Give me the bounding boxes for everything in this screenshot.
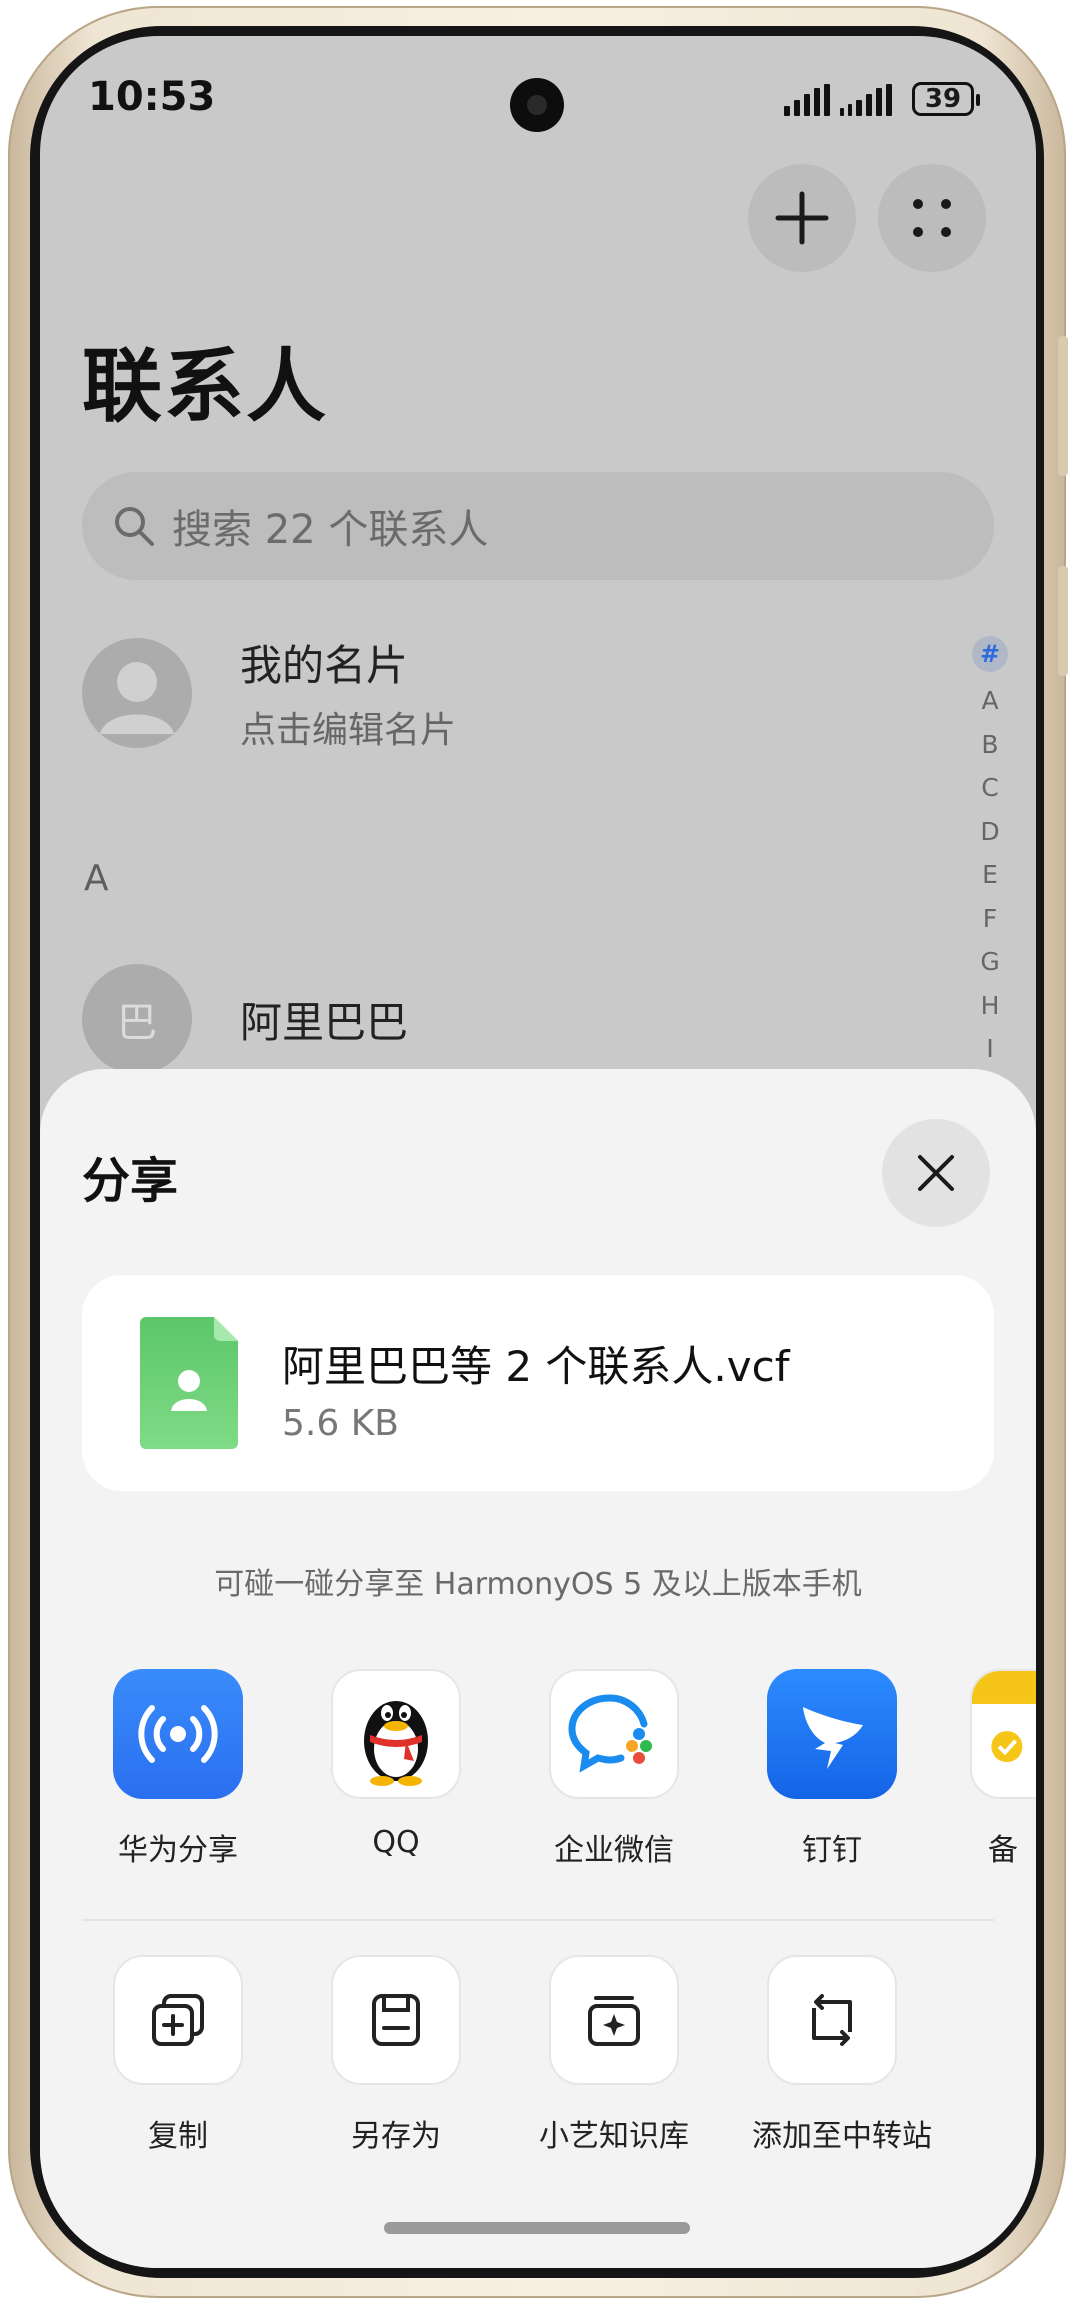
add-contact-button[interactable]	[748, 164, 856, 272]
section-header: A	[84, 858, 109, 899]
app-label: 钉钉	[802, 1833, 862, 1868]
index-item[interactable]: C	[970, 766, 1010, 810]
screen: 10:53 39 联系人 搜索 22 个联系人 我的名片 点击编辑名片 A 巴 …	[40, 36, 1036, 2268]
share-sheet: 分享 阿里巴巴等 2 个联系人.vcf 5.6 KB 可碰一碰分享至 Harmo…	[40, 1069, 1036, 2268]
save-as-button[interactable]: 另存为	[316, 1955, 476, 2155]
transfer-station-icon	[767, 1955, 897, 2085]
action-label: 复制	[148, 2119, 208, 2154]
index-item[interactable]: E	[970, 853, 1010, 897]
share-app-huawei-share[interactable]: 华为分享	[98, 1669, 258, 1869]
huawei-share-icon	[113, 1669, 243, 1799]
action-label: 添加至中转站	[752, 2119, 932, 2154]
signal-strength-icon-2	[840, 84, 892, 116]
power-button	[1058, 566, 1068, 676]
qq-penguin-icon	[331, 1669, 461, 1799]
person-avatar-icon	[100, 661, 174, 734]
save-as-icon	[331, 1955, 461, 2085]
close-button[interactable]	[882, 1119, 990, 1227]
app-label: QQ	[372, 1825, 420, 1860]
battery-icon: 39	[912, 82, 980, 116]
index-item[interactable]: D	[970, 810, 1010, 854]
share-app-qq[interactable]: QQ	[316, 1669, 476, 1860]
search-input[interactable]: 搜索 22 个联系人	[82, 472, 994, 580]
my-card-row[interactable]: 我的名片 点击编辑名片	[82, 632, 982, 753]
index-item[interactable]: I	[970, 1027, 1010, 1071]
search-placeholder: 搜索 22 个联系人	[172, 507, 489, 553]
status-time: 10:53	[88, 74, 216, 120]
wecom-icon	[549, 1669, 679, 1799]
front-camera	[510, 78, 564, 132]
index-item[interactable]: A	[970, 679, 1010, 723]
close-icon	[918, 1155, 954, 1191]
page-title: 联系人	[82, 340, 328, 433]
share-app-row: 华为分享 QQ 企业微信 钉钉 备	[40, 1669, 1036, 1899]
copy-button[interactable]: 复制	[98, 1955, 258, 2155]
contact-row[interactable]: 巴 阿里巴巴	[82, 964, 982, 1074]
my-card-title: 我的名片	[240, 641, 409, 690]
share-app-wecom[interactable]: 企业微信	[534, 1669, 694, 1869]
plus-icon	[775, 191, 829, 245]
index-item[interactable]: B	[970, 723, 1010, 767]
contact-name: 阿里巴巴	[240, 997, 409, 1047]
xiaoyi-knowledge-button[interactable]: 小艺知识库	[534, 1955, 694, 2155]
action-label: 另存为	[351, 2119, 441, 2154]
alphabet-index-bar[interactable]: # A B C D E F G H I	[970, 636, 1010, 1071]
volume-button	[1058, 336, 1068, 476]
index-item[interactable]: F	[970, 897, 1010, 941]
file-size: 5.6 KB	[282, 1403, 399, 1444]
index-item[interactable]: G	[970, 940, 1010, 984]
add-to-transfer-station-button[interactable]: 添加至中转站	[752, 1955, 932, 2155]
tap-to-share-hint: 可碰一碰分享至 HarmonyOS 5 及以上版本手机	[214, 1567, 862, 1602]
signal-strength-icon	[784, 84, 830, 116]
app-label: 企业微信	[554, 1833, 674, 1868]
share-app-memo[interactable]: 备	[970, 1669, 1036, 1869]
memo-icon	[970, 1669, 1036, 1799]
index-item[interactable]: H	[970, 984, 1010, 1028]
search-icon	[115, 507, 154, 546]
share-action-row: 复制 另存为 小艺知识库 添加至中转站	[40, 1955, 1036, 2175]
avatar-initial: 巴	[117, 1000, 157, 1046]
file-name: 阿里巴巴等 2 个联系人.vcf	[282, 1342, 790, 1391]
more-dots-icon	[913, 199, 951, 237]
copy-icon	[113, 1955, 243, 2085]
app-label: 华为分享	[118, 1833, 238, 1868]
action-label: 小艺知识库	[539, 2119, 689, 2154]
avatar	[82, 637, 192, 748]
dingtalk-icon	[767, 1669, 897, 1799]
home-indicator[interactable]	[384, 2222, 690, 2234]
contact-avatar: 巴	[82, 964, 192, 1074]
xiaoyi-knowledge-icon	[549, 1955, 679, 2085]
divider	[82, 1919, 994, 1921]
file-card: 阿里巴巴等 2 个联系人.vcf 5.6 KB	[82, 1275, 994, 1491]
share-app-dingtalk[interactable]: 钉钉	[752, 1669, 912, 1869]
more-options-button[interactable]	[878, 164, 986, 272]
index-item[interactable]: #	[972, 636, 1008, 672]
sheet-title: 分享	[82, 1153, 179, 1209]
my-card-subtitle: 点击编辑名片	[240, 710, 457, 751]
app-label: 备	[988, 1833, 1018, 1868]
vcf-file-icon	[140, 1317, 238, 1449]
